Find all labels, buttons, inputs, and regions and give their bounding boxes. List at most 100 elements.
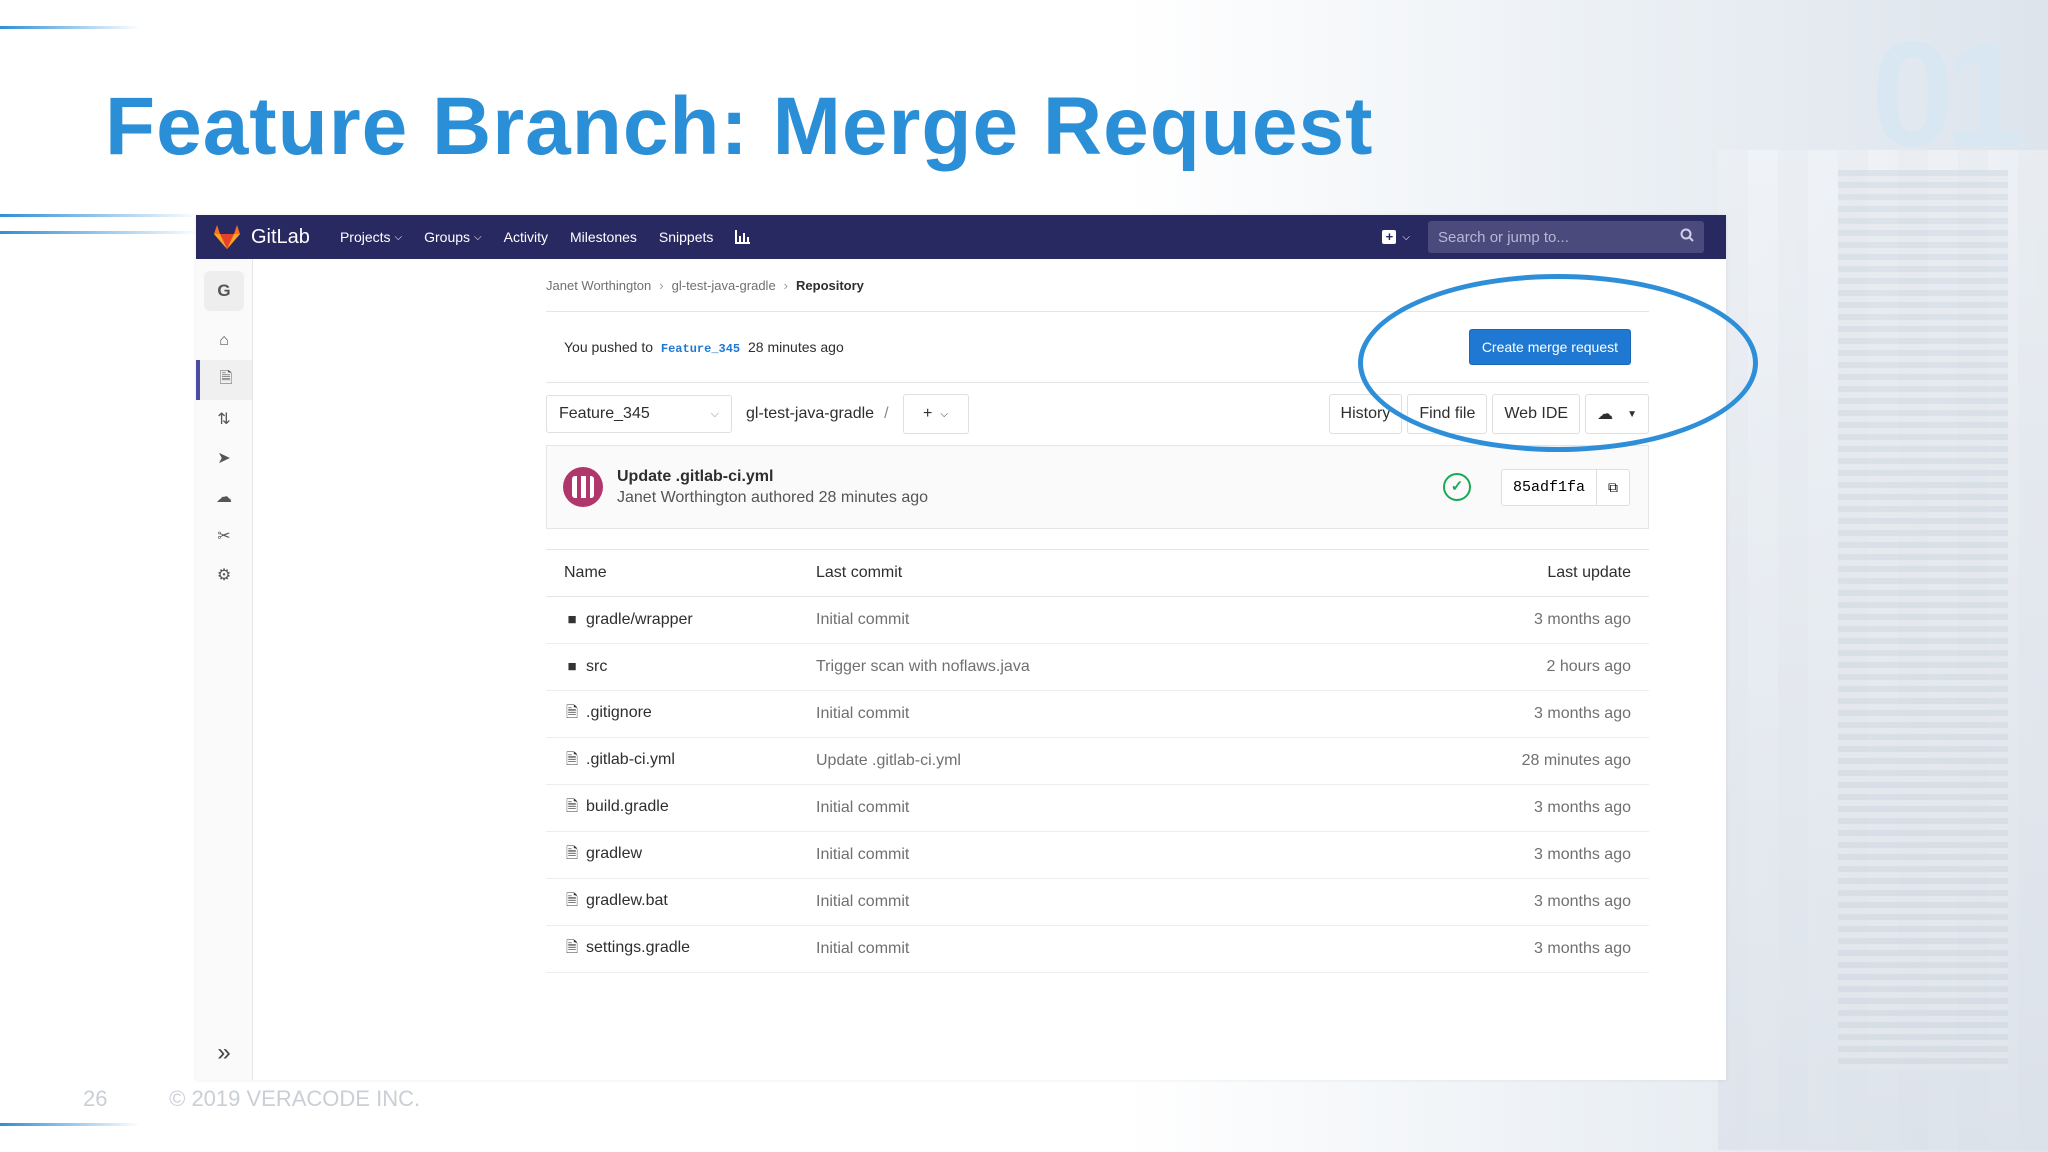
decorative-line-top — [0, 26, 140, 29]
push-notification: You pushed to Feature_345 28 minutes ago… — [546, 312, 1649, 383]
history-button[interactable]: History — [1328, 394, 1403, 434]
push-time: 28 minutes ago — [748, 338, 844, 355]
gitlab-logo[interactable]: GitLab — [213, 224, 310, 250]
update-time: 3 months ago — [1335, 784, 1649, 832]
path-separator: / — [884, 405, 889, 422]
merge-request-icon[interactable]: ⇅ — [196, 399, 252, 439]
breadcrumb-current[interactable]: Repository — [796, 278, 864, 293]
commit-message-link[interactable]: Initial commit — [798, 690, 1336, 738]
download-cloud-icon: ☁ — [1597, 406, 1614, 423]
file-name-link[interactable]: build.gradle — [586, 798, 669, 815]
snippets-icon[interactable]: ✂ — [196, 516, 252, 556]
commit-message-link[interactable]: Update .gitlab-ci.yml — [798, 737, 1336, 785]
file-icon: 🗎 — [565, 891, 579, 909]
nav-groups[interactable]: Groups ⌵ — [424, 229, 482, 245]
collapse-sidebar-icon[interactable]: » — [196, 1039, 252, 1067]
section-number: 01 — [1871, 10, 2028, 178]
nav-activity[interactable]: Activity — [504, 229, 548, 245]
last-commit-panel: Update .gitlab-ci.yml Janet Worthington … — [546, 445, 1649, 529]
column-header-last-commit: Last commit — [798, 549, 1336, 597]
file-name-link[interactable]: gradle/wrapper — [586, 611, 693, 628]
commit-sha-button[interactable]: 85adf1fa — [1500, 468, 1597, 506]
search-icon — [1680, 228, 1694, 246]
table-row[interactable]: 🗎 .gitignore Initial commit 3 months ago — [546, 690, 1649, 738]
update-time: 2 hours ago — [1335, 643, 1649, 691]
web-ide-button[interactable]: Web IDE — [1492, 394, 1581, 434]
table-row[interactable]: 🗎 gradlew Initial commit 3 months ago — [546, 831, 1649, 879]
commit-message-link[interactable]: Trigger scan with noflaws.java — [798, 643, 1336, 691]
home-icon[interactable]: ⌂ — [196, 321, 252, 361]
nav-projects-label: Projects — [339, 229, 391, 245]
update-time: 28 minutes ago — [1335, 737, 1649, 785]
update-time: 3 months ago — [1335, 878, 1649, 926]
nav-groups-label: Groups — [424, 229, 471, 245]
chevron-down-icon: ⌵ — [394, 231, 403, 243]
file-name-link[interactable]: src — [586, 658, 607, 675]
commit-message-link[interactable]: Initial commit — [798, 925, 1336, 973]
page-number: 26 — [83, 1086, 108, 1111]
plus-icon: + — [923, 405, 933, 422]
nav-snippets[interactable]: Snippets — [659, 229, 713, 245]
search-placeholder: Search or jump to... — [1438, 228, 1569, 246]
breadcrumb-project[interactable]: gl-test-java-gradle — [672, 278, 776, 293]
file-icon: 🗎 — [565, 797, 579, 815]
file-tree-table: Name Last commit Last update ■ gradle/wra… — [546, 549, 1649, 973]
project-sidebar: G ⌂ 🗎 ⇅ ➤ ☁ ✂ ⚙ » — [196, 259, 253, 1080]
table-row[interactable]: ■ src Trigger scan with noflaws.java 2 ho… — [546, 643, 1649, 691]
download-dropdown[interactable]: ☁ ▼ — [1585, 394, 1649, 434]
copy-icon[interactable]: ⧉ — [1597, 468, 1630, 506]
path-project-link[interactable]: gl-test-java-gradle — [746, 405, 874, 423]
gitlab-window: GitLab Projects ⌵ Groups ⌵ Activity Milest… — [196, 215, 1726, 1080]
chevron-down-icon: ⌵ — [474, 231, 482, 243]
breadcrumb-separator-icon: › — [783, 277, 789, 293]
file-icon: 🗎 — [565, 750, 579, 768]
find-file-button[interactable]: Find file — [1407, 394, 1488, 434]
new-item-dropdown[interactable]: + ⌵ — [1382, 230, 1410, 244]
file-name-link[interactable]: .gitignore — [586, 704, 652, 721]
commit-message-link[interactable]: Initial commit — [798, 878, 1336, 926]
table-row[interactable]: 🗎 .gitlab-ci.yml Update .gitlab-ci.yml 28… — [546, 737, 1649, 785]
nav-milestones[interactable]: Milestones — [570, 229, 637, 245]
commit-title-link[interactable]: Update .gitlab-ci.yml — [617, 468, 928, 486]
commit-message-link[interactable]: Initial commit — [798, 784, 1336, 832]
commit-message-link[interactable]: Initial commit — [798, 831, 1336, 879]
pushed-branch-link[interactable]: Feature_345 — [661, 342, 740, 356]
chevron-down-icon: ⌵ — [710, 407, 719, 420]
commit-author-line: Janet Worthington authored 28 minutes ag… — [617, 488, 929, 506]
table-row[interactable]: 🗎 settings.gradle Initial commit 3 months… — [546, 925, 1649, 973]
table-row[interactable]: 🗎 build.gradle Initial commit 3 months ag… — [546, 784, 1649, 832]
breadcrumb-user[interactable]: Janet Worthington — [546, 278, 651, 293]
table-row[interactable]: ■ gradle/wrapper Initial commit 3 months … — [546, 596, 1649, 644]
top-navbar: GitLab Projects ⌵ Groups ⌵ Activity Milest… — [196, 215, 1726, 259]
repository-icon[interactable]: 🗎 — [196, 360, 252, 400]
repository-toolbar: Feature_345 ⌵ gl-test-java-gradle / + ⌵ … — [546, 383, 1649, 445]
update-time: 3 months ago — [1335, 831, 1649, 879]
chart-icon[interactable] — [735, 230, 751, 244]
update-time: 3 months ago — [1335, 596, 1649, 644]
pipeline-passed-icon[interactable]: ✓ — [1442, 473, 1471, 501]
file-name-link[interactable]: gradlew — [586, 845, 642, 862]
slide-footer: 26 © 2019 VERACODE INC. — [83, 1086, 420, 1112]
file-name-link[interactable]: gradlew.bat — [586, 892, 668, 909]
column-header-name: Name — [546, 549, 798, 597]
operations-icon[interactable]: ☁ — [196, 477, 252, 517]
rocket-icon[interactable]: ➤ — [196, 438, 252, 478]
branch-selector-value: Feature_345 — [559, 405, 650, 422]
table-header-row: Name Last commit Last update — [546, 549, 1649, 597]
add-to-tree-dropdown[interactable]: + ⌵ — [902, 394, 969, 434]
update-time: 3 months ago — [1335, 925, 1649, 973]
file-name-link[interactable]: settings.gradle — [586, 939, 690, 956]
search-input[interactable]: Search or jump to... — [1428, 221, 1704, 253]
author-avatar[interactable] — [563, 467, 603, 507]
commit-message-link[interactable]: Initial commit — [798, 596, 1336, 644]
settings-icon[interactable]: ⚙ — [196, 555, 252, 595]
repository-path: gl-test-java-gradle / — [746, 405, 889, 423]
table-row[interactable]: 🗎 gradlew.bat Initial commit 3 months ago — [546, 878, 1649, 926]
chevron-down-icon: ⌵ — [940, 408, 948, 420]
nav-projects[interactable]: Projects ⌵ — [340, 229, 402, 245]
tanuki-icon — [214, 225, 240, 249]
create-merge-request-button[interactable]: Create merge request — [1468, 329, 1631, 365]
project-avatar[interactable]: G — [204, 271, 244, 311]
branch-selector[interactable]: Feature_345 ⌵ — [546, 395, 732, 433]
file-name-link[interactable]: .gitlab-ci.yml — [586, 751, 675, 768]
